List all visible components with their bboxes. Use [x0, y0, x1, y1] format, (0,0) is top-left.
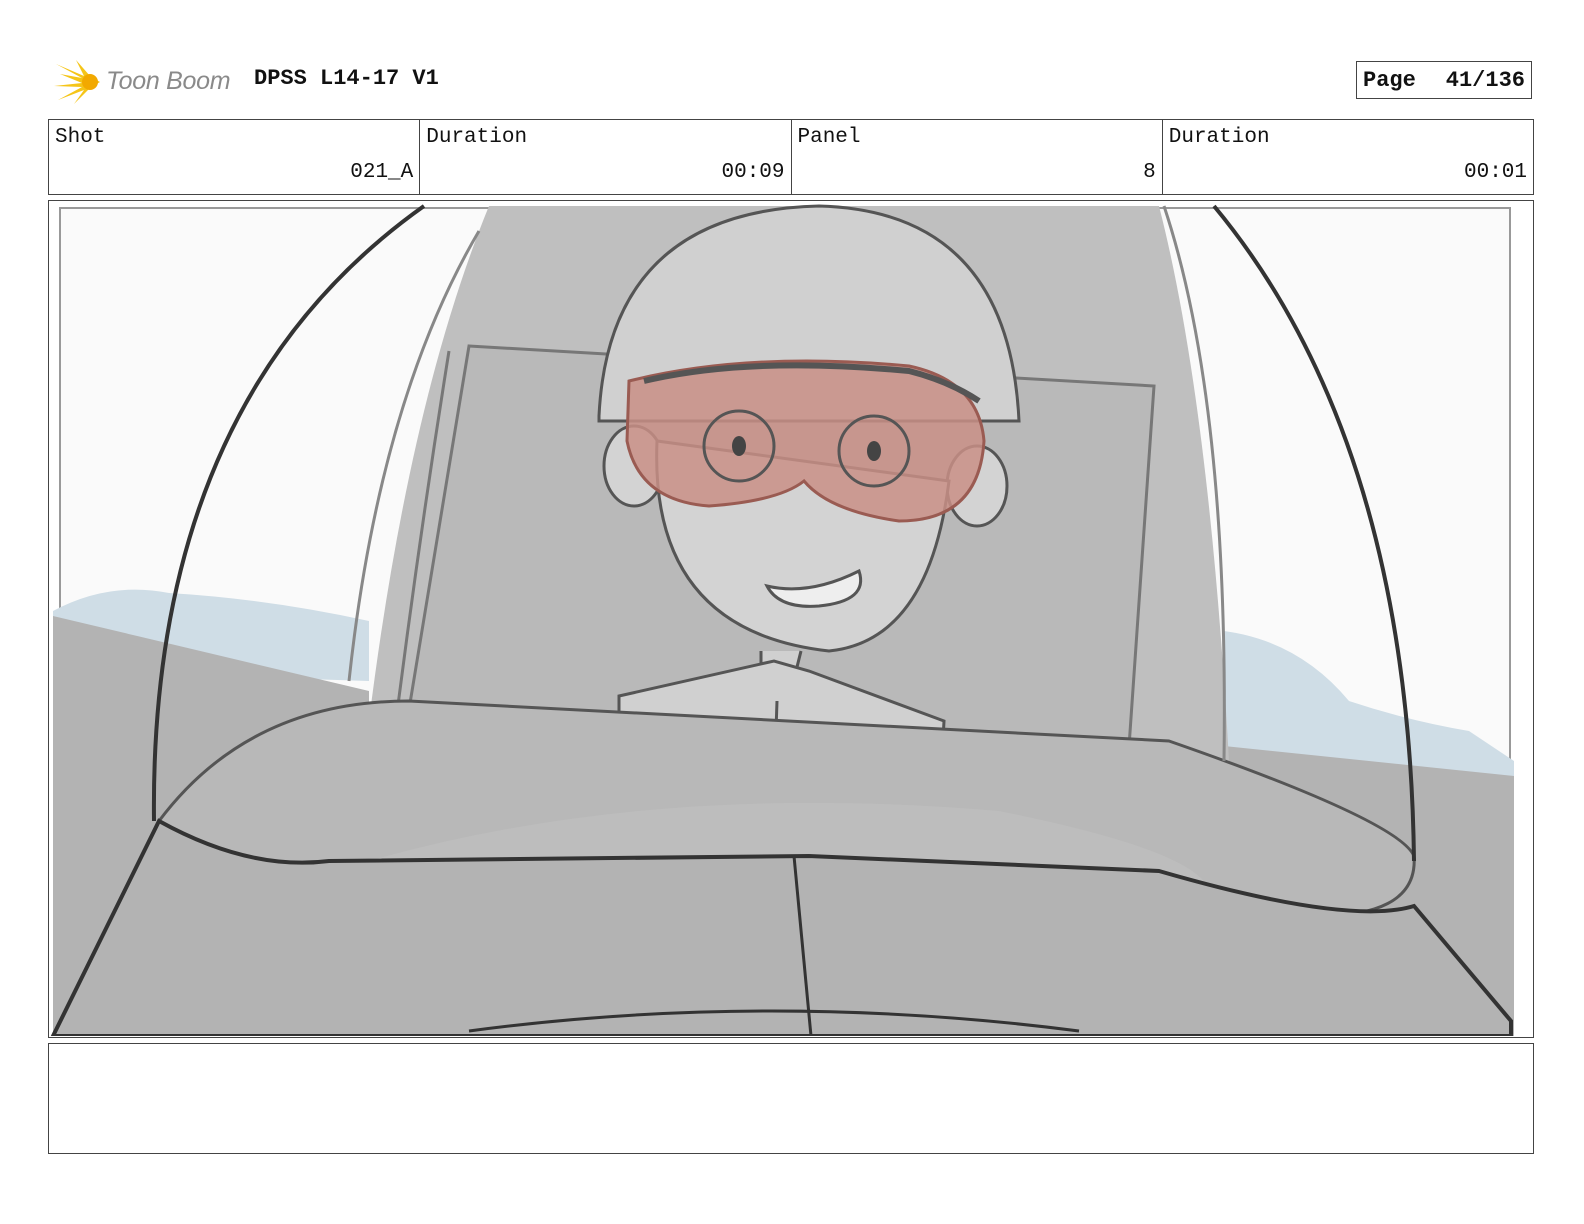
- panel-sketch-image: [50, 204, 1514, 1036]
- shot-value: 021_A: [350, 161, 414, 184]
- shot-label: Shot: [55, 126, 106, 149]
- panel-duration-value: 00:01: [1463, 161, 1527, 184]
- panel-value: 8: [1143, 161, 1156, 184]
- shot-duration-label: Duration: [426, 126, 528, 149]
- shot-info-table: Shot 021_A Duration 00:09 Panel 8 Durati…: [48, 119, 1534, 195]
- storyboard-panel: [48, 200, 1534, 1038]
- panel-label: Panel: [797, 126, 861, 149]
- logo-text: Toon Boom: [106, 66, 231, 95]
- panel-duration-label: Duration: [1168, 126, 1270, 149]
- page-indicator: Page 41/136: [1356, 61, 1532, 99]
- shot-duration-cell: Duration 00:09: [419, 120, 790, 194]
- page-label: Page: [1363, 67, 1416, 93]
- panel-cell: Panel 8: [790, 120, 1162, 194]
- page-number: 41/136: [1445, 67, 1525, 93]
- panel-duration-cell: Duration 00:01: [1161, 120, 1533, 194]
- project-title: DPSS L14-17 V1: [254, 66, 439, 91]
- panel-notes-box: [48, 1043, 1534, 1154]
- shot-duration-value: 00:09: [721, 161, 785, 184]
- starburst-icon: [54, 60, 100, 104]
- toon-boom-logo: Toon Boom: [52, 56, 231, 106]
- shot-cell: Shot 021_A: [49, 120, 419, 194]
